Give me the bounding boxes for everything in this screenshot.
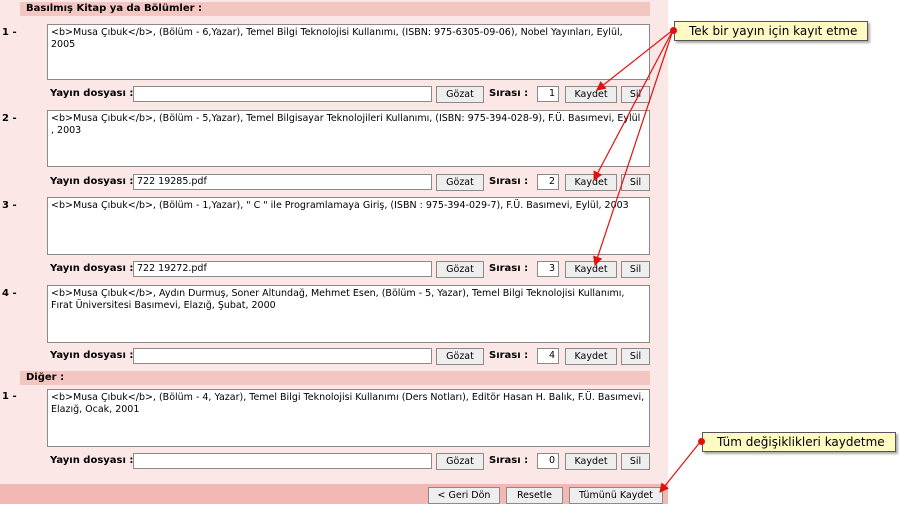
arrow-to-save-all [659,440,702,493]
arrow-to-save-2 [593,29,674,182]
arrow-to-save-3 [593,29,674,267]
arrow-to-save-1 [596,29,674,91]
annotation-arrows [593,29,702,493]
